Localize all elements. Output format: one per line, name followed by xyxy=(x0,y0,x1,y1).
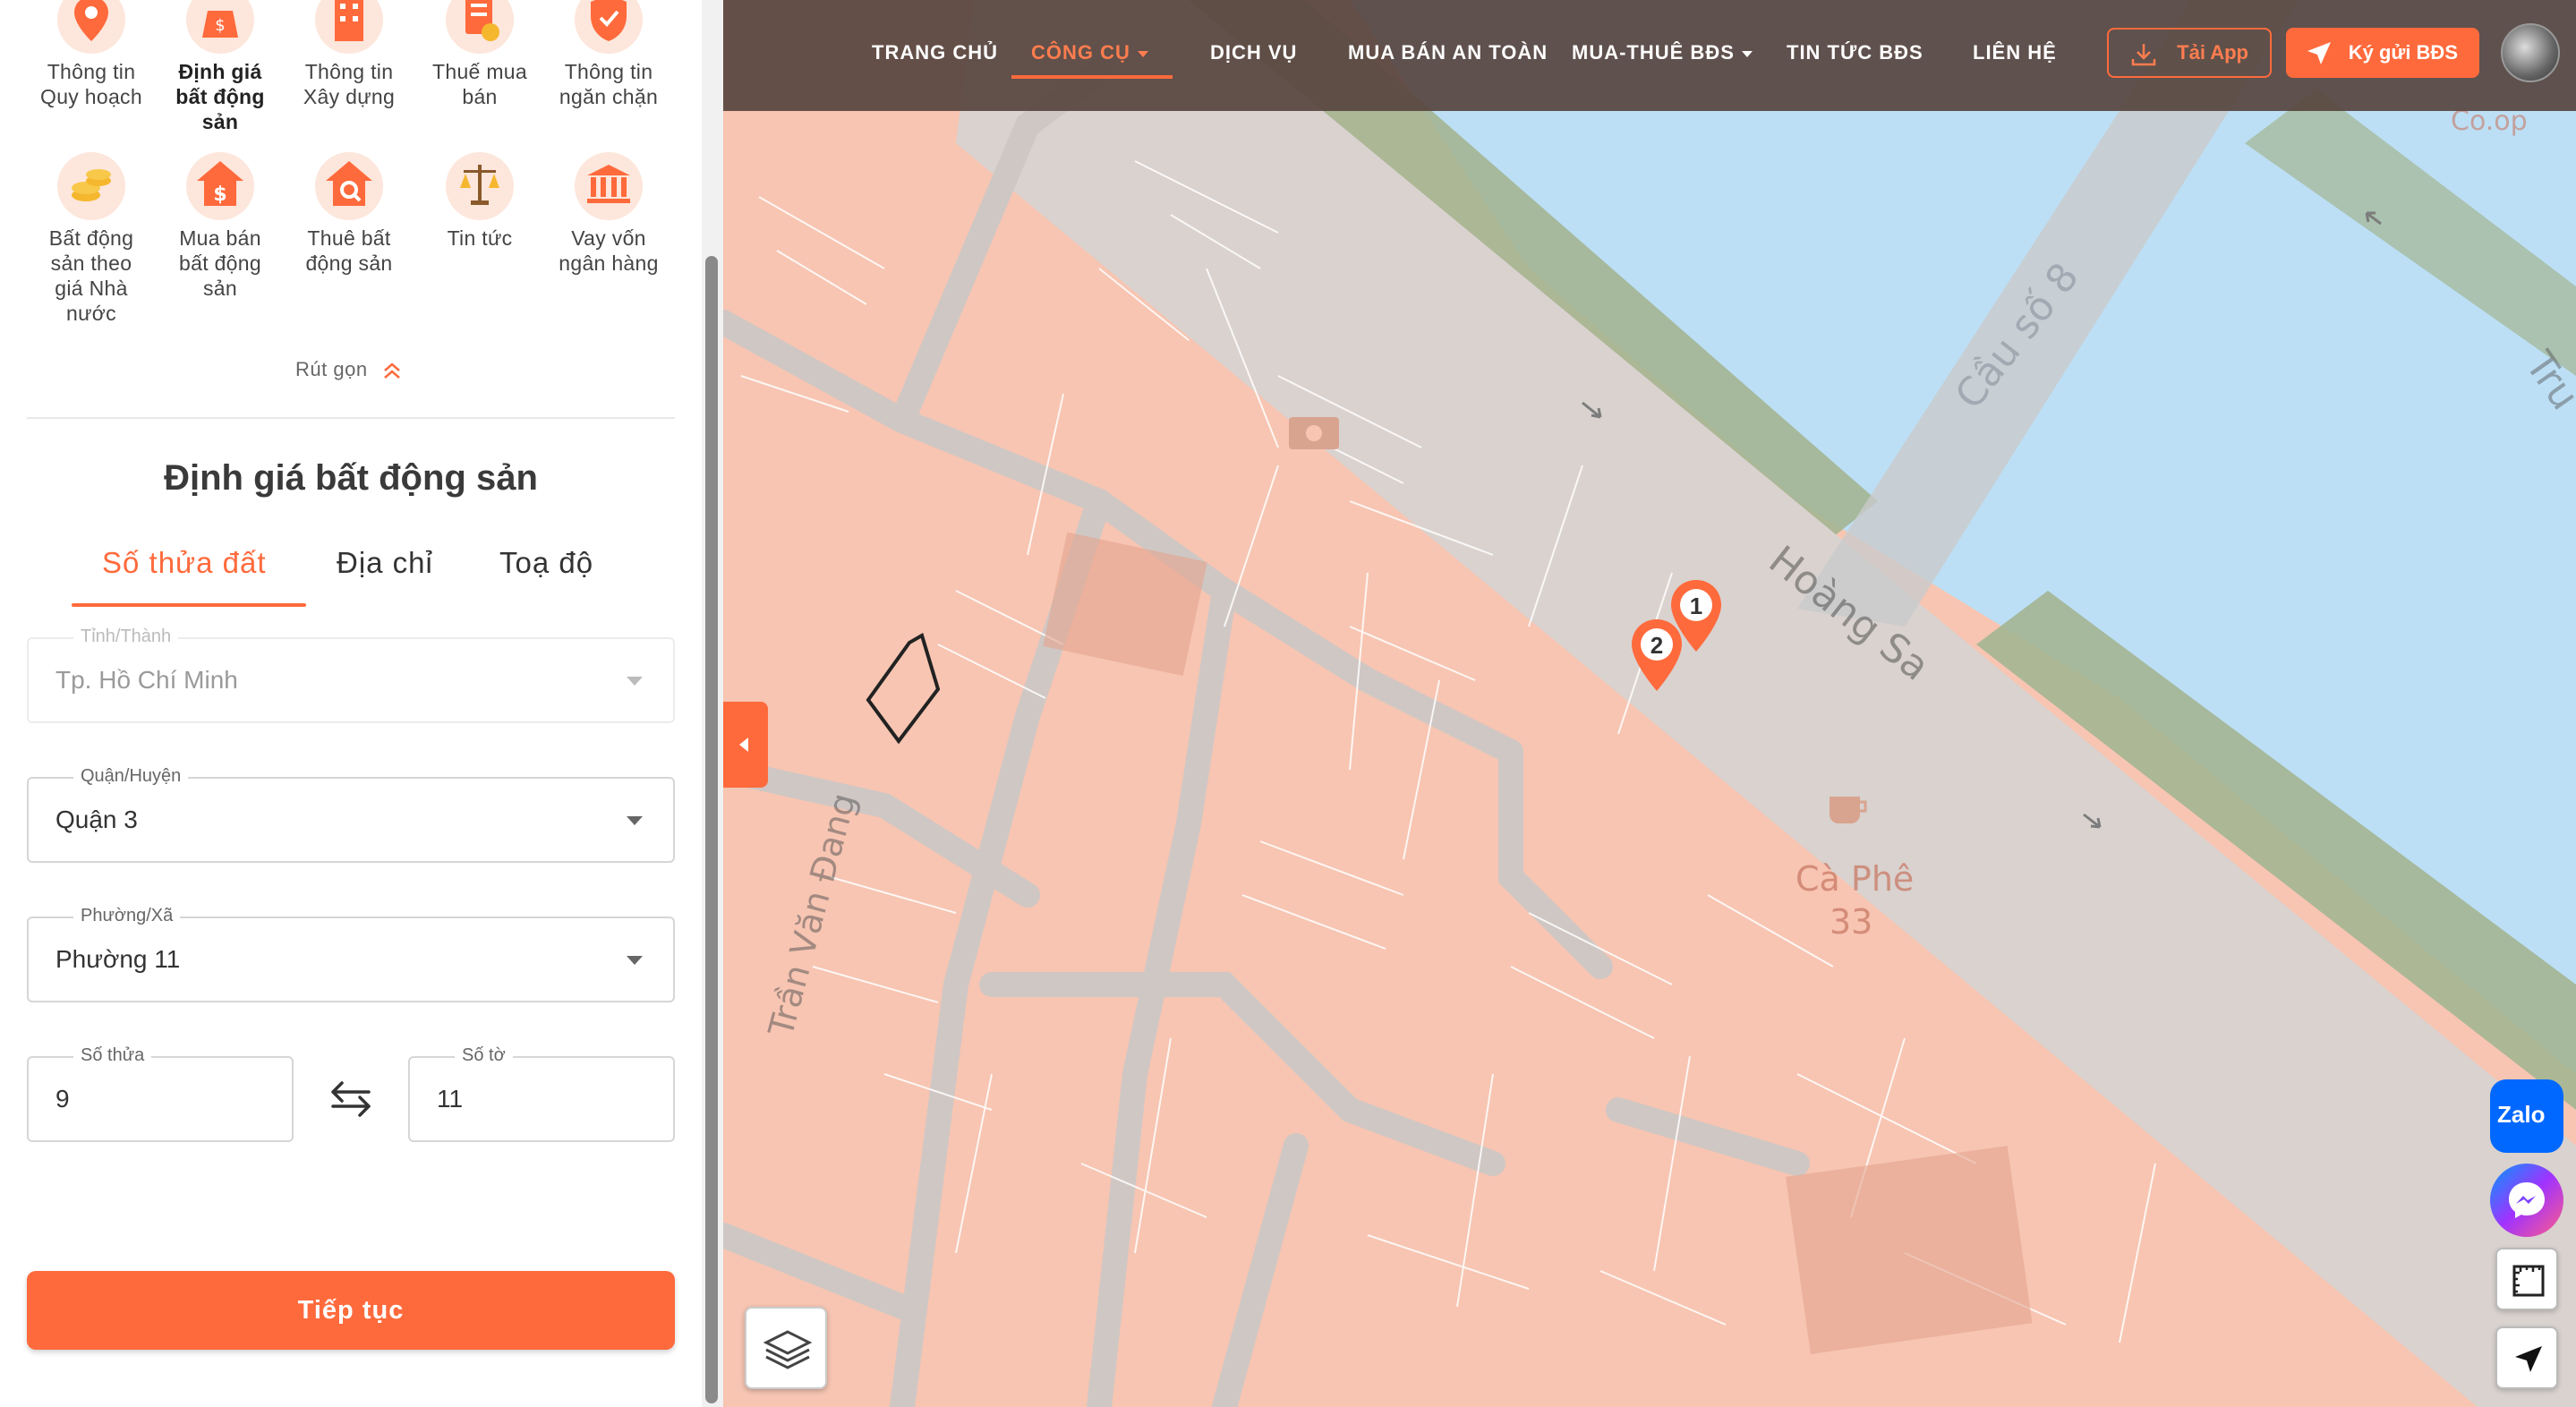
tab-parcel-number[interactable]: Số thửa đất xyxy=(102,546,267,580)
building-block xyxy=(1786,1146,2033,1354)
parcel-number-field[interactable]: Số thửa 9 xyxy=(27,1045,294,1142)
nav-active-underline xyxy=(1011,75,1173,79)
divider xyxy=(27,417,675,419)
map-canvas xyxy=(723,0,2576,1407)
collapse-label: Rút gọn xyxy=(295,358,368,380)
download-app-button[interactable]: Tải App xyxy=(2107,28,2272,78)
poi-label-cafe-number: 33 xyxy=(1830,902,1873,942)
scales-icon xyxy=(446,152,514,220)
parcel-number-label: Số thửa xyxy=(73,1045,152,1066)
district-label: Quận/Huyện xyxy=(73,766,189,787)
zalo-chat-button[interactable]: Zalo xyxy=(2490,1079,2563,1153)
coins-icon xyxy=(57,152,125,220)
chevron-down-icon xyxy=(627,956,643,965)
sheet-number-value: 11 xyxy=(437,1085,464,1113)
messenger-chat-button[interactable] xyxy=(2490,1164,2563,1237)
deposit-property-button[interactable]: Ký gửi BĐS xyxy=(2286,28,2479,78)
send-icon xyxy=(2307,42,2331,64)
province-select[interactable]: Tỉnh/Thành Tp. Hồ Chí Minh xyxy=(27,627,675,723)
bank-icon xyxy=(575,152,643,220)
selected-parcel xyxy=(866,633,941,745)
tool-news[interactable]: Tin tức xyxy=(417,150,542,251)
tool-state-price[interactable]: Bất động sản theo giá Nhà nước xyxy=(29,150,154,326)
chevron-down-icon xyxy=(627,816,643,825)
district-select[interactable]: Quận/Huyện Quận 3 xyxy=(27,766,675,863)
valuation-icon: $ xyxy=(186,0,254,54)
tool-planning-info[interactable]: Thông tin Quy hoạch xyxy=(29,0,154,109)
parcel-number-value: 9 xyxy=(55,1085,70,1113)
ruler-icon xyxy=(2512,1265,2545,1297)
form-title: Định giá bất động sản xyxy=(164,458,538,498)
province-value: Tp. Hồ Chí Minh xyxy=(55,666,238,694)
district-value: Quận 3 xyxy=(55,806,138,833)
left-panel: Thông tin Quy hoạch $ Định giá bất động … xyxy=(0,0,702,1407)
shield-icon xyxy=(575,0,643,54)
tab-underline xyxy=(72,603,306,607)
scrollbar-thumb[interactable] xyxy=(705,256,718,1403)
ward-label: Phường/Xã xyxy=(73,906,181,926)
money-icon xyxy=(1289,417,1339,449)
tool-construction-info[interactable]: Thông tin Xây dựng xyxy=(286,0,412,109)
download-icon xyxy=(2131,44,2156,66)
collapse-button[interactable]: Rút gọn xyxy=(295,358,402,381)
tax-document-icon xyxy=(446,0,514,54)
sheet-number-label: Số tờ xyxy=(455,1045,513,1066)
tool-bank-loan[interactable]: Vay vốn ngân hàng xyxy=(546,150,671,276)
layers-button[interactable] xyxy=(745,1307,827,1389)
tool-sale-tax[interactable]: Thuế mua bán xyxy=(417,0,542,109)
chevron-down-icon xyxy=(627,677,643,686)
map-marker-2[interactable]: 2 xyxy=(1629,618,1685,695)
swap-icon[interactable] xyxy=(326,1074,376,1124)
locate-me-button[interactable] xyxy=(2495,1326,2558,1389)
tool-blocking-info[interactable]: Thông tin ngăn chặn xyxy=(546,0,671,109)
ward-value: Phường 11 xyxy=(55,945,181,973)
messenger-icon xyxy=(2509,1182,2545,1218)
svg-text:$: $ xyxy=(213,183,226,206)
chevron-down-icon xyxy=(1741,50,1753,57)
continue-button[interactable]: Tiếp tục xyxy=(27,1271,675,1350)
province-label: Tỉnh/Thành xyxy=(73,627,179,647)
svg-text:$: $ xyxy=(215,16,225,35)
chevron-up-icon xyxy=(384,362,401,379)
panel-toggle-button[interactable] xyxy=(723,702,768,788)
tool-valuation[interactable]: $ Định giá bất động sản xyxy=(158,0,283,134)
sheet-number-field[interactable]: Số tờ 11 xyxy=(408,1045,675,1142)
nav-safe-trade[interactable]: MUA BÁN AN TOÀN xyxy=(1348,41,1548,64)
chevron-down-icon xyxy=(1137,50,1148,57)
navigation-arrow-icon xyxy=(2515,1346,2542,1372)
measure-button[interactable] xyxy=(2495,1248,2558,1310)
avatar[interactable] xyxy=(2501,23,2560,82)
nav-home[interactable]: TRANG CHỦ xyxy=(872,41,998,64)
tool-buy-sell[interactable]: $ Mua bán bất động sản xyxy=(158,150,283,301)
nav-services[interactable]: DỊCH VỤ xyxy=(1210,41,1297,64)
poi-label-cafe: Cà Phê xyxy=(1796,859,1915,899)
ward-select[interactable]: Phường/Xã Phường 11 xyxy=(27,906,675,1002)
nav-buy-rent[interactable]: MUA-THUÊ BĐS xyxy=(1572,41,1753,64)
nav-news[interactable]: TIN TỨC BĐS xyxy=(1787,41,1923,64)
building-icon xyxy=(315,0,383,54)
caret-left-icon xyxy=(739,738,748,752)
house-search-icon xyxy=(315,152,383,220)
tab-coordinates[interactable]: Toạ độ xyxy=(499,546,593,580)
layers-icon xyxy=(763,1330,813,1369)
nav-tools[interactable]: CÔNG CỤ xyxy=(1031,41,1148,64)
zalo-label: Zalo xyxy=(2497,1101,2546,1128)
tool-rent[interactable]: Thuê bất động sản xyxy=(286,150,412,276)
tab-address[interactable]: Địa chỉ xyxy=(337,546,433,580)
map-view[interactable]: Hoàng Sa Cầu số 8 Trần Văn Đang Cà Phê 3… xyxy=(723,0,2576,1407)
house-dollar-icon: $ xyxy=(186,152,254,220)
map-pin-icon xyxy=(57,0,125,54)
nav-contact[interactable]: LIÊN HỆ xyxy=(1973,41,2057,64)
